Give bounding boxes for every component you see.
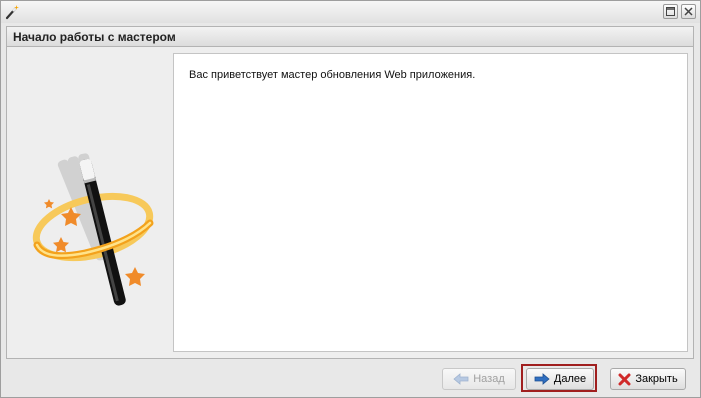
magic-wand-icon [4, 4, 20, 20]
arrow-left-icon [453, 373, 469, 385]
next-button-highlight [521, 364, 597, 392]
close-button-label: Закрыть [635, 373, 678, 385]
back-button-label: Назад [473, 373, 505, 385]
wizard-content-pane: Вас приветствует мастер обновления Web п… [173, 53, 688, 352]
panel-header: Начало работы с мастером [6, 26, 694, 47]
wizard-window: Начало работы с мастером Вас приветствуе… [0, 0, 701, 398]
panel-body: Вас приветствует мастер обновления Web п… [6, 47, 694, 359]
window-titlebar[interactable] [1, 1, 700, 23]
maximize-icon [666, 7, 675, 16]
close-icon [684, 7, 693, 16]
panel-title: Начало работы с мастером [13, 30, 176, 44]
window-close-button[interactable] [681, 4, 696, 19]
back-button[interactable]: Назад [442, 368, 516, 390]
red-x-icon [618, 373, 631, 385]
maximize-button[interactable] [663, 4, 678, 19]
close-button[interactable]: Закрыть [610, 368, 686, 390]
wizard-wand-illustration [25, 137, 165, 327]
welcome-text: Вас приветствует мастер обновления Web п… [189, 69, 476, 81]
